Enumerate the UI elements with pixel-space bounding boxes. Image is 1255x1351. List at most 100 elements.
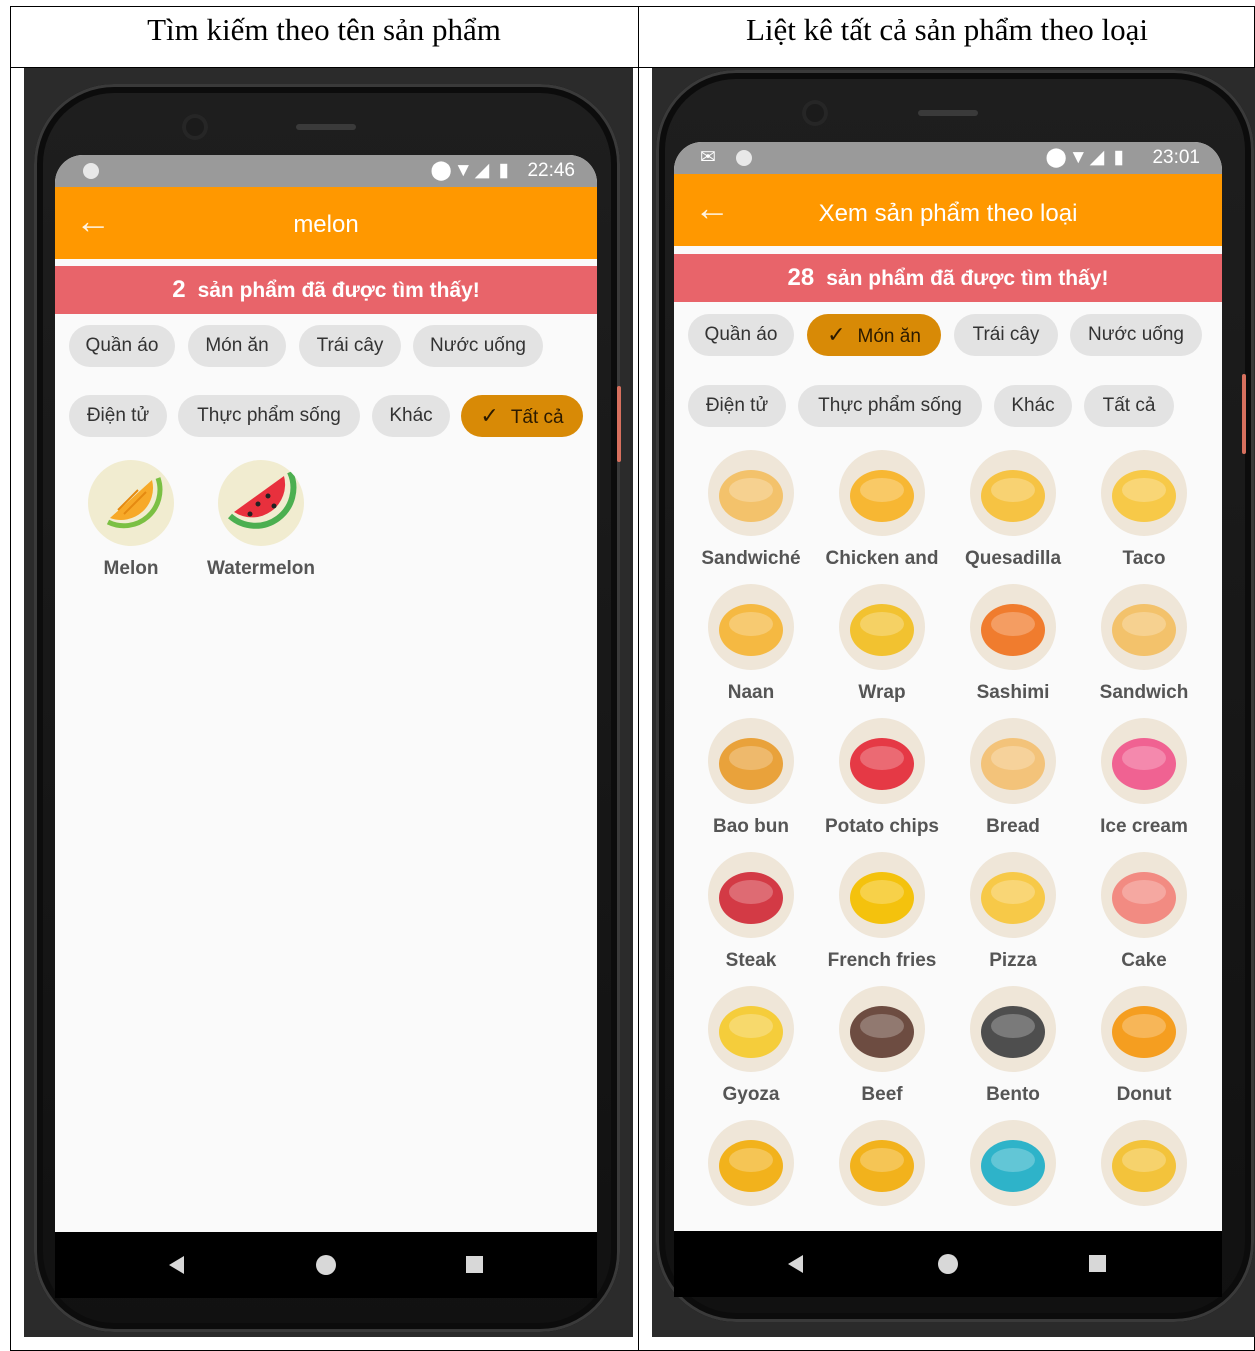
- melon-icon: [88, 460, 174, 546]
- product-item[interactable]: Steak: [686, 852, 816, 972]
- chip-khac[interactable]: Khác: [372, 395, 450, 437]
- baguette-icon: [839, 1120, 925, 1206]
- chip-mon-an[interactable]: ✓ Món ăn: [807, 314, 941, 356]
- product-label: French fries: [827, 950, 937, 971]
- mail-icon: ✉: [700, 147, 718, 168]
- product-item[interactable]: Taco: [1079, 450, 1209, 570]
- result-banner: 2 sản phẩm đã được tìm thấy!: [55, 266, 597, 314]
- product-label: Beef: [861, 1084, 903, 1105]
- product-label: Wrap: [858, 682, 906, 703]
- app-bar-title: Xem sản phẩm theo loại: [818, 200, 1078, 227]
- chip-dien-tu[interactable]: Điện tử: [69, 395, 167, 437]
- product-item[interactable]: Quesadilla: [948, 450, 1078, 570]
- product-item[interactable]: Bread: [948, 718, 1078, 838]
- product-item[interactable]: Wrap: [817, 584, 947, 704]
- product-item[interactable]: Ice cream: [1079, 718, 1209, 838]
- product-item[interactable]: Sashimi: [948, 584, 1078, 704]
- battery-icon: ▮: [1113, 147, 1126, 168]
- left-screen: ⬤▼◢ ▮ 22:46 ← melon 2 sản phẩm đã được tì…: [55, 155, 597, 1298]
- nav-home-icon[interactable]: [316, 1255, 336, 1275]
- product-label: Pizza: [989, 950, 1037, 971]
- product-label: Potato chips: [824, 816, 939, 837]
- noodles-icon: [970, 1120, 1056, 1206]
- nav-home-icon[interactable]: [938, 1254, 958, 1274]
- sandwich-icon: [1101, 584, 1187, 670]
- cake-icon: [1101, 852, 1187, 938]
- chicken-waffle-icon: [839, 450, 925, 536]
- product-label: Taco: [1122, 548, 1166, 569]
- product-item[interactable]: [686, 1120, 816, 1218]
- chip-trai-cay[interactable]: Trái cây: [299, 325, 401, 367]
- product-item[interactable]: [1079, 1120, 1209, 1218]
- product-item[interactable]: Gyoza: [686, 986, 816, 1106]
- product-label: Bread: [986, 816, 1040, 837]
- signal-icon: ◢: [474, 160, 492, 181]
- product-item[interactable]: [817, 1120, 947, 1218]
- taco-icon: [1101, 450, 1187, 536]
- chip-khac[interactable]: Khác: [994, 385, 1072, 427]
- nav-back-icon[interactable]: [788, 1255, 803, 1273]
- product-item[interactable]: Sandwich: [1079, 584, 1209, 704]
- chip-nuoc-uong[interactable]: Nước uống: [413, 325, 543, 367]
- app-bar: ← Xem sản phẩm theo loại: [674, 174, 1222, 246]
- chip-tat-ca[interactable]: Tất cả: [1084, 385, 1174, 427]
- status-time: 23:01: [1152, 147, 1200, 168]
- signal-icon: ◢: [1089, 147, 1107, 168]
- sashimi-icon: [970, 584, 1056, 670]
- right-screen: ✉ ⬤▼◢ ▮ 23:01 ← Xem sản phẩm theo loại 2…: [674, 142, 1222, 1297]
- chip-tat-ca[interactable]: ✓ Tất cả: [461, 395, 583, 437]
- caption-left: Tìm kiếm theo tên sản phẩm: [147, 12, 501, 47]
- power-button[interactable]: [1242, 374, 1246, 454]
- bento-icon: [970, 986, 1056, 1072]
- chip-quan-ao[interactable]: Quần áo: [69, 325, 175, 367]
- product-item[interactable]: Cake: [1079, 852, 1209, 972]
- wifi-icon: ▼: [1068, 147, 1090, 168]
- chip-nuoc-uong[interactable]: Nước uống: [1070, 314, 1202, 356]
- french-fries-icon: [839, 852, 925, 938]
- product-item[interactable]: French fries: [817, 852, 947, 972]
- donut-icon: [1101, 986, 1187, 1072]
- nav-back-icon[interactable]: [169, 1256, 184, 1274]
- chip-dien-tu[interactable]: Điện tử: [688, 385, 786, 427]
- nav-recent-icon[interactable]: [1089, 1255, 1106, 1272]
- watermelon-icon: [218, 460, 304, 546]
- product-item[interactable]: Bao bun: [686, 718, 816, 838]
- nav-recent-icon[interactable]: [466, 1256, 483, 1273]
- result-count: 2: [172, 276, 186, 303]
- table-divider: [638, 6, 639, 1351]
- product-item[interactable]: Watermelon: [196, 460, 326, 580]
- front-camera: [182, 114, 208, 140]
- product-label: Sandwiché: [701, 548, 801, 569]
- chip-thuc-pham-song[interactable]: Thực phẩm sống: [798, 385, 982, 427]
- product-label: Quesadilla: [964, 548, 1062, 569]
- product-item[interactable]: Naan: [686, 584, 816, 704]
- product-item[interactable]: Chicken and: [817, 450, 947, 570]
- product-item[interactable]: Potato chips: [817, 718, 947, 838]
- product-label: Cake: [1121, 950, 1167, 971]
- product-label: Steak: [725, 950, 777, 971]
- product-label: Melon: [103, 558, 159, 579]
- naan-icon: [708, 584, 794, 670]
- product-label: Sashimi: [976, 682, 1050, 703]
- product-item[interactable]: Beef: [817, 986, 947, 1106]
- status-time: 22:46: [527, 160, 575, 181]
- product-item[interactable]: [948, 1120, 1078, 1218]
- product-item[interactable]: Bento: [948, 986, 1078, 1106]
- chip-quan-ao[interactable]: Quần áo: [688, 314, 794, 356]
- product-label: Donut: [1116, 1084, 1172, 1105]
- result-text: sản phẩm đã được tìm thấy!: [826, 267, 1109, 290]
- product-label: Gyoza: [722, 1084, 780, 1105]
- chip-mon-an[interactable]: Món ăn: [188, 325, 286, 367]
- wifi-icon: ▼: [453, 160, 475, 181]
- chip-trai-cay[interactable]: Trái cây: [954, 314, 1058, 356]
- power-button[interactable]: [617, 386, 621, 462]
- product-label: Watermelon: [206, 558, 316, 579]
- product-item[interactable]: Melon: [66, 460, 196, 580]
- check-icon: ✓: [480, 403, 499, 428]
- chip-thuc-pham-song[interactable]: Thực phẩm sống: [178, 395, 360, 437]
- product-item[interactable]: Donut: [1079, 986, 1209, 1106]
- baguette-icon: [708, 1120, 794, 1206]
- product-item[interactable]: Pizza: [948, 852, 1078, 972]
- product-item[interactable]: Sandwiché: [686, 450, 816, 570]
- quesadilla-icon: [970, 450, 1056, 536]
